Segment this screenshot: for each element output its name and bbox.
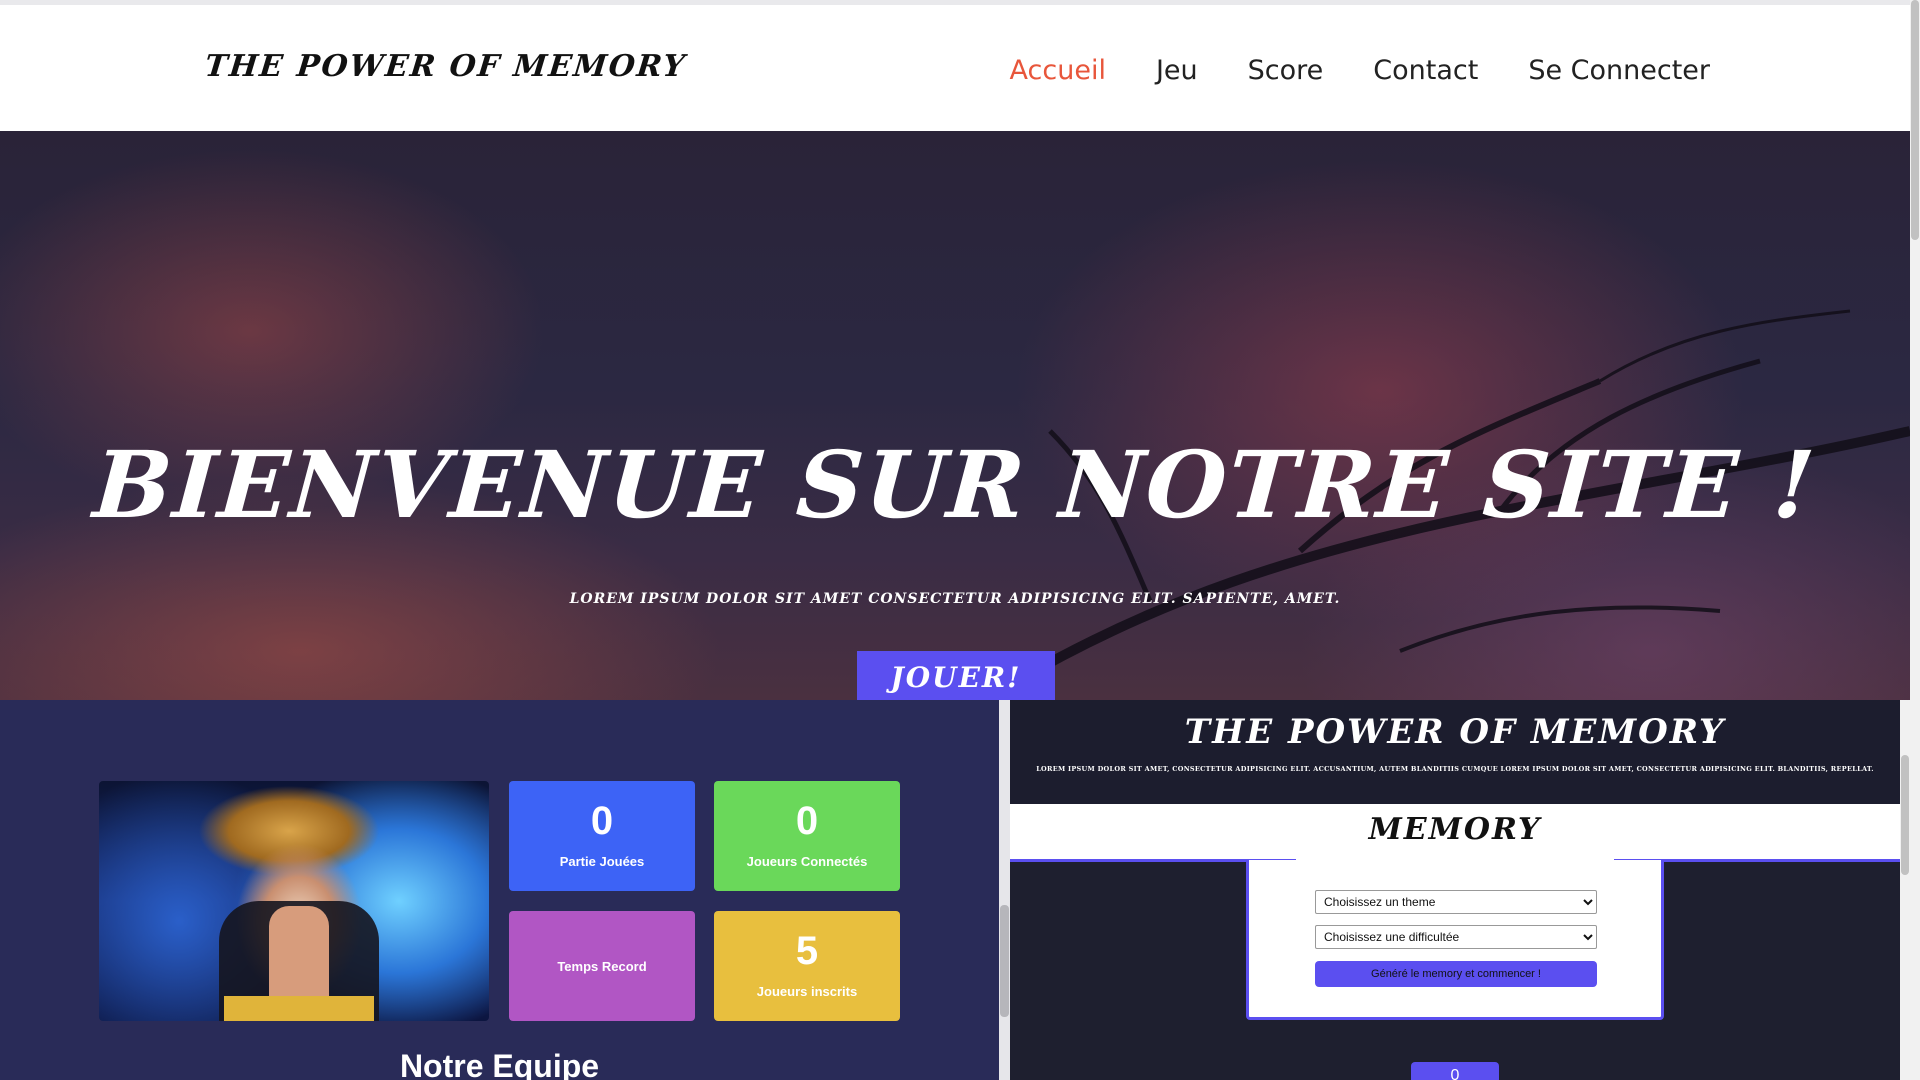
stat-value: 0 [795, 799, 819, 843]
stat-label: Joueurs inscrits [756, 984, 858, 999]
site-logo[interactable]: THE POWER OF MEMORY [203, 49, 688, 84]
game-setup-card: Choisissez un theme Choisissez une diffi… [1246, 860, 1664, 1020]
stat-label: Partie Jouées [559, 854, 645, 869]
pane-scrollbar-thumb[interactable] [1000, 905, 1009, 1017]
hero-banner: BIENVENUE SUR NOTRE SITE ! LOREM IPSUM D… [0, 131, 1910, 700]
stat-card-record-time: Temps Record [509, 911, 695, 1021]
game-tagline: LOREM IPSUM DOLOR SIT AMET, CONSECTETUR … [1036, 765, 1874, 773]
nav-jeu[interactable]: Jeu [1156, 55, 1198, 86]
game-counter: 0 [1411, 1062, 1499, 1080]
page-scrollbar-thumb[interactable] [1911, 0, 1919, 240]
stat-card-games-played: 0 Partie Jouées [509, 781, 695, 891]
game-title: THE POWER OF MEMORY [1184, 712, 1726, 752]
stat-card-registered-players: 5 Joueurs inscrits [714, 911, 900, 1021]
stat-card-players-online: 0 Joueurs Connectés [714, 781, 900, 891]
theme-select[interactable]: Choisissez un theme [1315, 890, 1597, 914]
tree-branches-decoration [997, 309, 1910, 696]
generate-memory-button[interactable]: Généré le memory et commencer ! [1315, 961, 1597, 987]
main-nav: Accueil Jeu Score Contact Se Connecter [1010, 55, 1710, 86]
right-pane-scrollbar[interactable] [1900, 700, 1910, 1080]
nav-se-connecter[interactable]: Se Connecter [1528, 55, 1710, 86]
right-pane-scrollbar-thumb[interactable] [1901, 755, 1909, 875]
stat-label: Temps Record [557, 959, 647, 974]
nav-score[interactable]: Score [1248, 55, 1324, 86]
top-navbar: THE POWER OF MEMORY Accueil Jeu Score Co… [0, 0, 1910, 131]
memory-heading: MEMORY [1368, 812, 1542, 847]
stat-label: Joueurs Connectés [746, 854, 868, 869]
stats-section: 0 Partie Jouées 0 Joueurs Connectés Temp… [0, 700, 999, 1080]
play-button[interactable]: JOUER! [857, 651, 1055, 700]
nav-contact[interactable]: Contact [1373, 55, 1478, 86]
memory-game-preview: THE POWER OF MEMORY LOREM IPSUM DOLOR SI… [1010, 700, 1900, 1080]
pane-scrollbar[interactable] [999, 700, 1010, 1080]
hero-subtitle: LOREM IPSUM DOLOR SIT AMET CONSECTETUR A… [569, 591, 1341, 607]
stat-value: 5 [795, 929, 819, 973]
page-scrollbar[interactable] [1910, 0, 1920, 1080]
team-section-title: Notre Equipe [399, 1048, 600, 1080]
stat-value: 0 [590, 799, 614, 843]
hero-title: BIENVENUE SUR NOTRE SITE ! [90, 431, 1820, 539]
character-illustration [99, 781, 489, 1021]
illustration-sash [224, 996, 374, 1021]
difficulty-select[interactable]: Choisissez une difficultée [1315, 925, 1597, 949]
nav-accueil[interactable]: Accueil [1010, 55, 1106, 86]
